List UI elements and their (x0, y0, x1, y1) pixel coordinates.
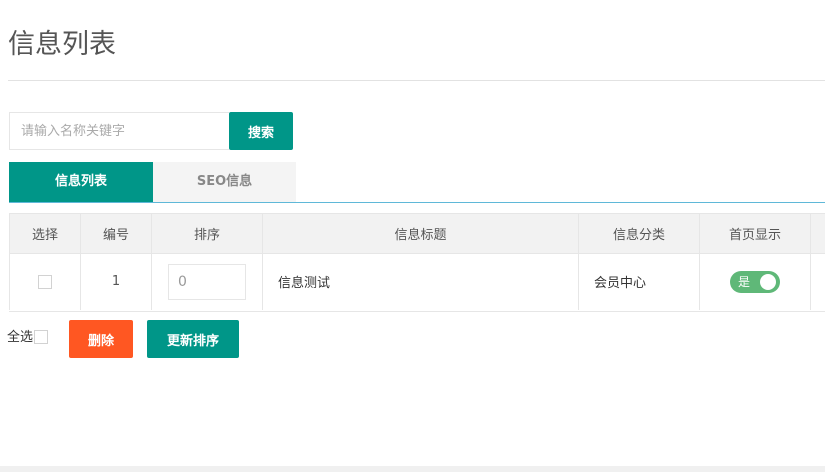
select-all[interactable]: 全选 (7, 330, 49, 346)
row-checkbox[interactable] (38, 274, 52, 289)
row-id: 1 (80, 253, 152, 310)
tab-info-list[interactable]: 信息列表 (9, 162, 153, 202)
column-header-home-display: 首页显示 (699, 214, 811, 254)
sort-order-input[interactable] (168, 263, 246, 300)
row-extra-cell (810, 253, 825, 310)
column-header-title: 信息标题 (262, 214, 579, 254)
title-divider (8, 80, 825, 81)
search-button[interactable]: 搜索 (229, 112, 293, 150)
column-header-extra (810, 214, 825, 254)
home-display-toggle[interactable]: 是 (730, 270, 780, 293)
info-table: 选择 编号 排序 信息标题 信息分类 首页显示 1 信息测试 会员中心 (9, 213, 825, 312)
update-sort-button[interactable]: 更新排序 (147, 320, 239, 358)
row-select-cell (9, 253, 81, 310)
row-title: 信息测试 (262, 253, 579, 310)
toggle-knob (760, 273, 776, 290)
column-header-select: 选择 (9, 214, 81, 254)
column-header-sort: 排序 (151, 214, 263, 254)
tab-underline (9, 202, 825, 203)
column-header-id: 编号 (80, 214, 152, 254)
table-header-row: 选择 编号 排序 信息标题 信息分类 首页显示 (9, 214, 825, 254)
toggle-label: 是 (738, 274, 751, 289)
delete-button[interactable]: 删除 (69, 320, 133, 358)
select-all-label: 全选 (7, 330, 34, 345)
search-input[interactable] (9, 112, 229, 150)
row-category: 会员中心 (578, 253, 700, 310)
bottom-strip (0, 466, 825, 472)
row-sort-cell (151, 253, 263, 310)
tab-seo-info[interactable]: SEO信息 (153, 162, 296, 202)
row-home-display-cell: 是 (699, 253, 811, 310)
table-row: 1 信息测试 会员中心 是 (9, 253, 825, 310)
select-all-checkbox[interactable] (34, 330, 49, 344)
tab-bar: 信息列表 SEO信息 (9, 162, 825, 203)
column-header-category: 信息分类 (578, 214, 700, 254)
page-title: 信息列表 (8, 29, 116, 60)
